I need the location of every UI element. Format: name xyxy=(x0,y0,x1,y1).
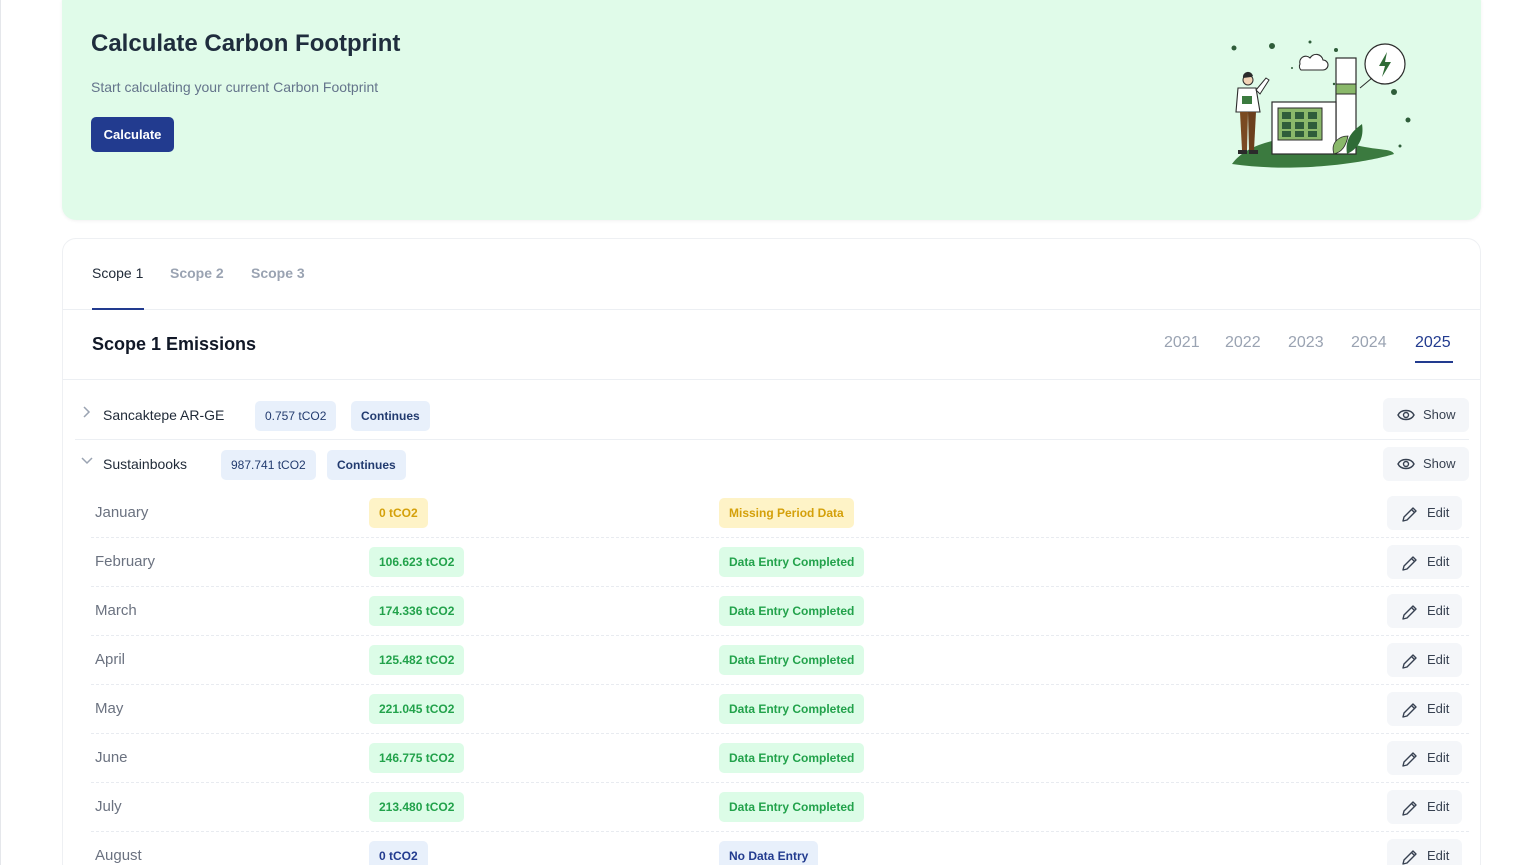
hero-title: Calculate Carbon Footprint xyxy=(91,30,401,57)
pencil-icon xyxy=(1402,850,1417,865)
page-edge xyxy=(0,0,1,865)
month-name: April xyxy=(95,651,126,668)
month-status-badge: Data Entry Completed xyxy=(719,547,865,577)
month-row-may: May 221.045 tCO2 Data Entry Completed Ed… xyxy=(91,685,1469,734)
eye-icon xyxy=(1397,409,1415,421)
year-2024[interactable]: 2024 xyxy=(1351,334,1387,352)
month-value-badge: 221.045 tCO2 xyxy=(369,694,465,724)
edit-button[interactable]: Edit xyxy=(1387,545,1463,579)
pencil-icon xyxy=(1402,703,1417,718)
edit-button[interactable]: Edit xyxy=(1387,741,1463,775)
month-name: February xyxy=(95,553,156,570)
section-title: Scope 1 Emissions xyxy=(92,334,257,354)
tab-scope-1[interactable]: Scope 1 xyxy=(92,265,143,281)
hero-banner: Calculate Carbon Footprint Start calcula… xyxy=(62,0,1481,220)
month-status-badge: No Data Entry xyxy=(719,841,819,865)
month-status-badge: Data Entry Completed xyxy=(719,743,865,773)
show-button[interactable]: Show xyxy=(1383,447,1469,481)
edit-button-label: Edit xyxy=(1427,652,1450,667)
show-button-label: Show xyxy=(1423,407,1456,422)
month-status-badge: Data Entry Completed xyxy=(719,596,865,626)
facility-status-badge: Continues xyxy=(351,401,430,431)
month-row-june: June 146.775 tCO2 Data Entry Completed E… xyxy=(91,734,1469,783)
calculate-button[interactable]: Calculate xyxy=(91,117,174,152)
month-value-badge: 146.775 tCO2 xyxy=(369,743,465,773)
show-button[interactable]: Show xyxy=(1383,398,1469,432)
facility-row-sustainbooks[interactable]: Sustainbooks 987.741 tCO2 Continues Show xyxy=(75,441,1469,489)
month-status-badge: Data Entry Completed xyxy=(719,694,865,724)
pencil-icon xyxy=(1402,654,1417,669)
facility-status-badge: Continues xyxy=(327,450,406,480)
edit-button[interactable]: Edit xyxy=(1387,594,1463,628)
year-2021[interactable]: 2021 xyxy=(1164,334,1200,352)
month-status-badge: Data Entry Completed xyxy=(719,645,865,675)
edit-button[interactable]: Edit xyxy=(1387,692,1463,726)
month-value-badge: 125.482 tCO2 xyxy=(369,645,465,675)
section-header: Scope 1 Emissions 2021 2022 2023 2024 20… xyxy=(63,310,1480,380)
month-value-badge: 106.623 tCO2 xyxy=(369,547,465,577)
edit-button[interactable]: Edit xyxy=(1387,839,1463,865)
hero-subtitle: Start calculating your current Carbon Fo… xyxy=(91,79,379,95)
month-status-badge: Data Entry Completed xyxy=(719,792,865,822)
pencil-icon xyxy=(1402,507,1417,522)
month-value-badge: 0 tCO2 xyxy=(369,498,428,528)
edit-button-label: Edit xyxy=(1427,603,1450,618)
month-row-july: July 213.480 tCO2 Data Entry Completed E… xyxy=(91,783,1469,832)
edit-button[interactable]: Edit xyxy=(1387,496,1463,530)
month-row-april: April 125.482 tCO2 Data Entry Completed … xyxy=(91,636,1469,685)
month-row-january: January 0 tCO2 Missing Period Data Edit xyxy=(91,489,1469,538)
facility-name: Sancaktepe AR-GE xyxy=(103,407,225,423)
edit-button-label: Edit xyxy=(1427,750,1450,765)
carbon-factory-illustration xyxy=(1231,40,1411,168)
edit-button-label: Edit xyxy=(1427,799,1450,814)
edit-button-label: Edit xyxy=(1427,701,1450,716)
eye-icon xyxy=(1397,458,1415,470)
emissions-card: Scope 1 Scope 2 Scope 3 Scope 1 Emission… xyxy=(62,238,1481,865)
edit-button-label: Edit xyxy=(1427,554,1450,569)
month-name: August xyxy=(95,847,142,864)
pencil-icon xyxy=(1402,605,1417,620)
edit-button[interactable]: Edit xyxy=(1387,643,1463,677)
year-2023[interactable]: 2023 xyxy=(1288,334,1324,352)
month-value-badge: 213.480 tCO2 xyxy=(369,792,465,822)
tab-scope-3[interactable]: Scope 3 xyxy=(251,265,305,281)
chevron-right-icon[interactable] xyxy=(81,406,93,418)
tab-scope-2[interactable]: Scope 2 xyxy=(170,265,224,281)
chevron-down-icon[interactable] xyxy=(81,455,93,467)
month-value-badge: 0 tCO2 xyxy=(369,841,428,865)
year-2025[interactable]: 2025 xyxy=(1415,334,1451,352)
month-name: March xyxy=(95,602,137,619)
month-name: July xyxy=(95,798,122,815)
month-name: May xyxy=(95,700,124,717)
facility-total-badge: 0.757 tCO2 xyxy=(255,401,337,431)
month-row-march: March 174.336 tCO2 Data Entry Completed … xyxy=(91,587,1469,636)
edit-button[interactable]: Edit xyxy=(1387,790,1463,824)
month-row-february: February 106.623 tCO2 Data Entry Complet… xyxy=(91,538,1469,587)
pencil-icon xyxy=(1402,752,1417,767)
month-status-badge: Missing Period Data xyxy=(719,498,854,528)
scope-tabs: Scope 1 Scope 2 Scope 3 xyxy=(63,239,1480,310)
show-button-label: Show xyxy=(1423,456,1456,471)
pencil-icon xyxy=(1402,801,1417,816)
month-name: June xyxy=(95,749,128,766)
month-value-badge: 174.336 tCO2 xyxy=(369,596,465,626)
edit-button-label: Edit xyxy=(1427,505,1450,520)
facility-name: Sustainbooks xyxy=(103,456,188,472)
year-2022[interactable]: 2022 xyxy=(1225,334,1261,352)
facility-total-badge: 987.741 tCO2 xyxy=(221,450,316,480)
active-year-indicator xyxy=(1415,361,1453,363)
month-row-august: August 0 tCO2 No Data Entry Edit xyxy=(91,832,1469,865)
month-name: January xyxy=(95,504,149,521)
edit-button-label: Edit xyxy=(1427,848,1450,863)
facility-row-sancaktepe[interactable]: Sancaktepe AR-GE 0.757 tCO2 Continues Sh… xyxy=(75,392,1469,440)
pencil-icon xyxy=(1402,556,1417,571)
